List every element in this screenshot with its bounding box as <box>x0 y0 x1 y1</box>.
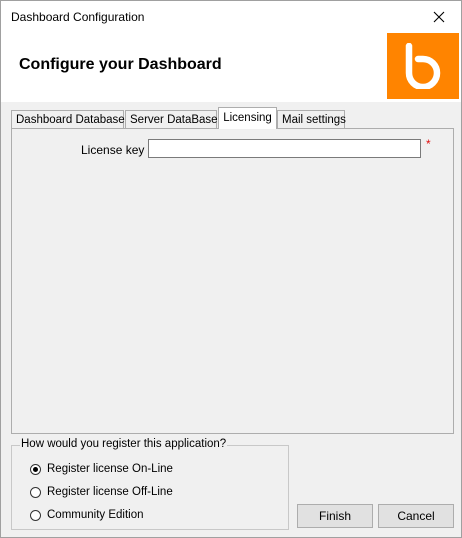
window-title: Dashboard Configuration <box>11 10 145 24</box>
close-icon <box>433 11 445 23</box>
close-button[interactable] <box>417 1 461 33</box>
radio-register-online[interactable]: Register license On-Line <box>30 461 173 477</box>
page-title: Configure your Dashboard <box>19 56 222 73</box>
tab-server-database[interactable]: Server DataBase <box>125 110 218 128</box>
radio-indicator <box>30 486 41 498</box>
radio-indicator <box>30 463 41 475</box>
dialog-window: Dashboard Configuration Configure your D… <box>0 0 462 538</box>
b-logo-icon <box>405 43 441 89</box>
radio-label: Register license Off-Line <box>47 486 173 498</box>
licensing-panel: License key * <box>11 128 454 434</box>
title-bar: Dashboard Configuration <box>1 1 461 33</box>
license-key-input[interactable] <box>148 139 421 158</box>
registration-group-title: How would you register this application? <box>20 438 228 450</box>
radio-label: Community Edition <box>47 509 144 521</box>
logo <box>387 33 459 99</box>
required-marker: * <box>426 137 431 151</box>
radio-register-offline[interactable]: Register license Off-Line <box>30 484 173 500</box>
registration-group: How would you register this application?… <box>11 438 289 530</box>
cancel-button[interactable]: Cancel <box>378 504 454 528</box>
header-banner: Configure your Dashboard <box>1 33 461 102</box>
tab-licensing[interactable]: Licensing <box>218 107 277 129</box>
finish-button[interactable]: Finish <box>297 504 373 528</box>
tab-dashboard-database[interactable]: Dashboard Database <box>11 110 125 128</box>
radio-community-edition[interactable]: Community Edition <box>30 507 144 523</box>
radio-label: Register license On-Line <box>47 463 173 475</box>
tab-mail-settings[interactable]: Mail settings <box>277 110 346 128</box>
license-key-label: License key <box>81 143 145 157</box>
radio-indicator <box>30 509 41 521</box>
